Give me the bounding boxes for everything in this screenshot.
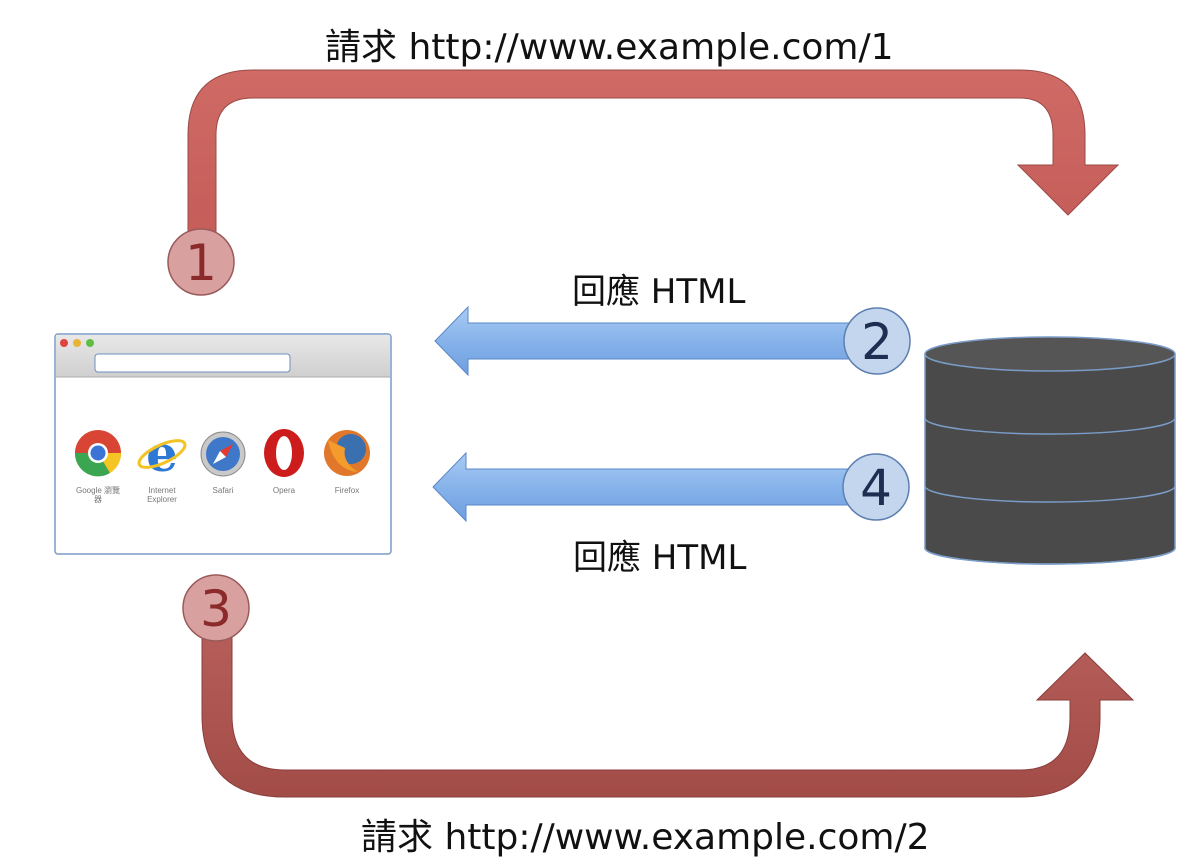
ie-caption-line-2: Explorer xyxy=(147,495,177,504)
address-bar xyxy=(94,353,291,373)
step-3-number: 3 xyxy=(200,580,232,638)
response-4-arrow xyxy=(432,451,871,523)
step-1-number: 1 xyxy=(185,234,217,292)
firefox-icon xyxy=(324,430,370,476)
browser-window: e Google 瀏覽 器 Internet Explorer Safari O… xyxy=(54,333,392,555)
request-2-arrow xyxy=(201,609,1135,798)
client-server-diagram: 1 2 3 4 e Google 瀏覽 器 Internet Explorer … xyxy=(54,69,1176,798)
step-1-badge: 1 xyxy=(167,228,235,296)
chrome-icon xyxy=(74,430,122,477)
chrome-caption-line-2: 器 xyxy=(94,495,102,504)
svg-text:e: e xyxy=(146,424,178,483)
step-2-badge: 2 xyxy=(843,307,911,375)
minimize-dot xyxy=(73,339,81,347)
step-2-number: 2 xyxy=(861,313,893,371)
close-dot xyxy=(60,339,68,347)
step-3-badge: 3 xyxy=(182,574,250,642)
database-icon xyxy=(924,336,1176,565)
maximize-dot xyxy=(86,339,94,347)
firefox-caption: Firefox xyxy=(335,486,359,495)
opera-caption: Opera xyxy=(273,486,296,495)
opera-icon xyxy=(264,429,304,477)
response-2-arrow xyxy=(434,305,871,377)
safari-caption: Safari xyxy=(213,486,234,495)
ie-caption-line-1: Internet xyxy=(148,486,176,495)
step-4-badge: 4 xyxy=(842,453,910,521)
request-1-arrow xyxy=(187,69,1120,251)
chrome-caption-line-1: Google 瀏覽 xyxy=(76,485,120,495)
safari-icon xyxy=(200,431,246,477)
step-4-number: 4 xyxy=(860,459,892,517)
